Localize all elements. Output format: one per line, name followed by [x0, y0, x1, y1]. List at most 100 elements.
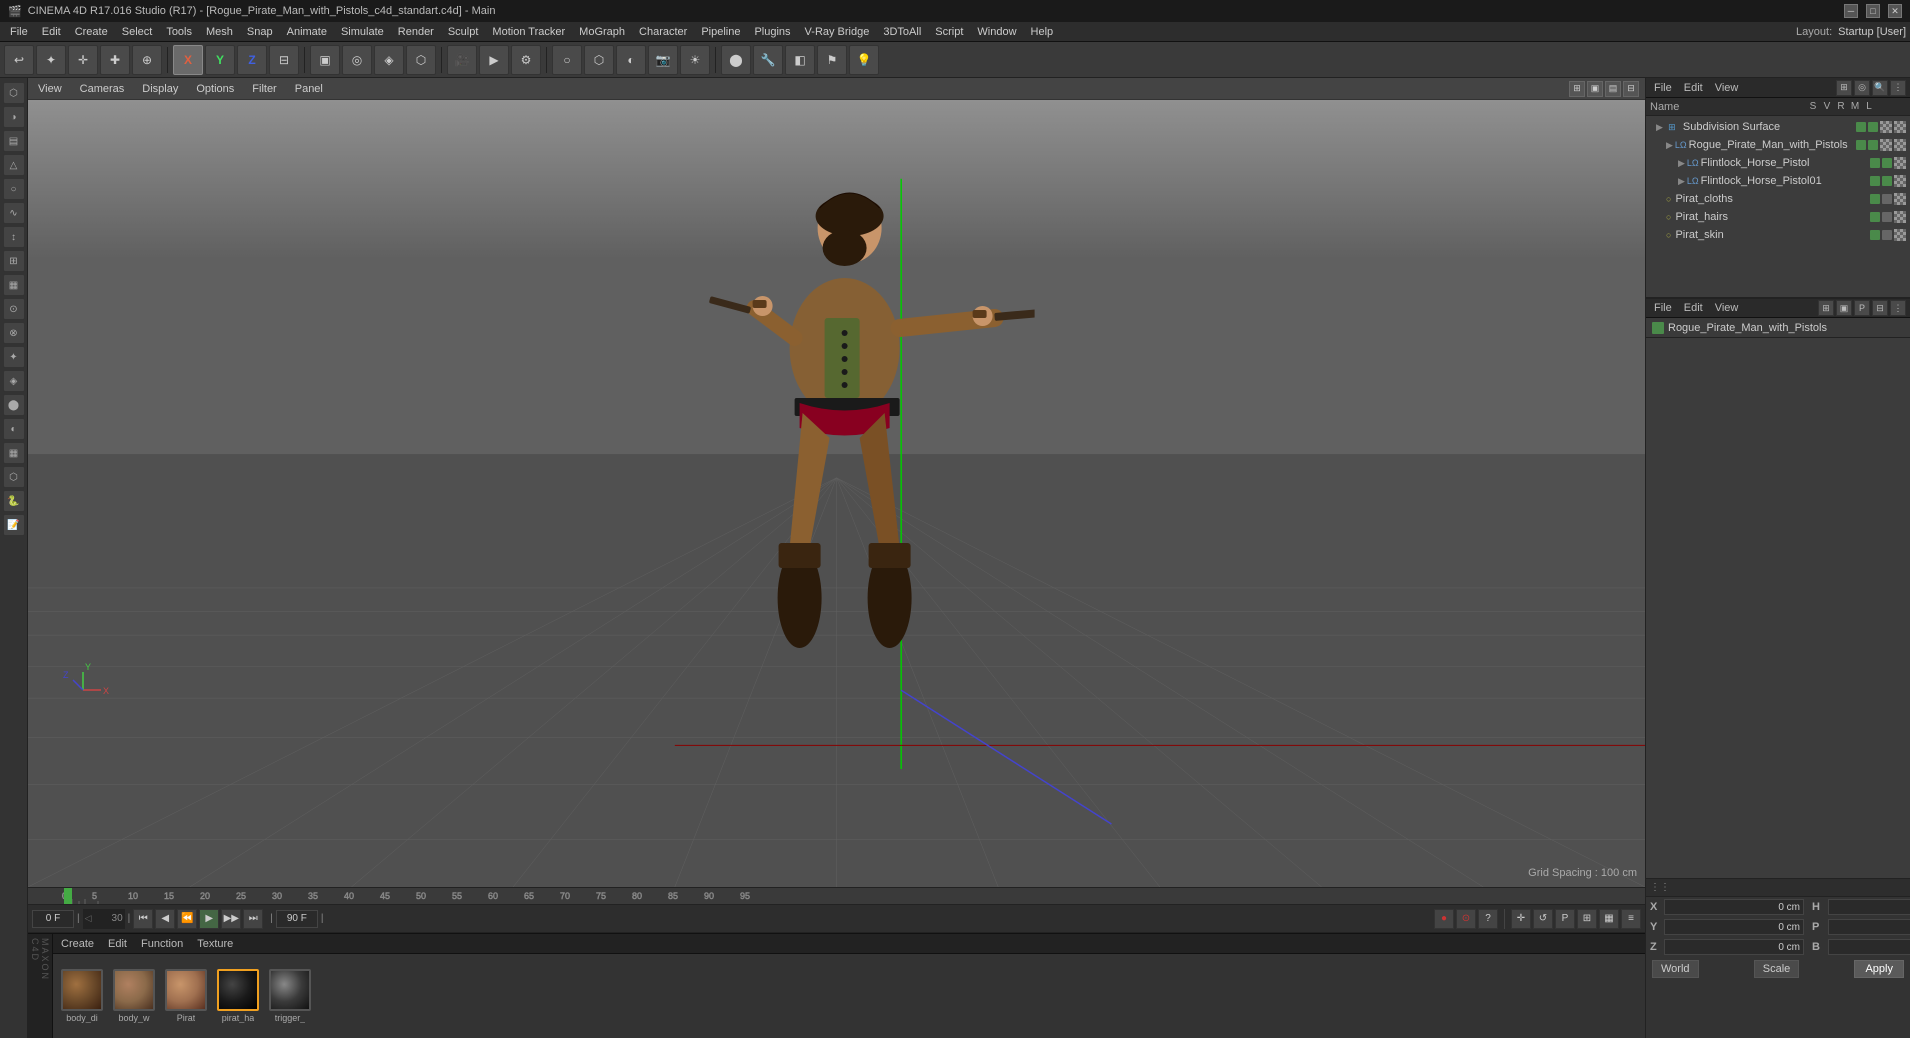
record-button[interactable]: ● [1434, 909, 1454, 929]
viewport[interactable]: View Cameras Display Options Filter Pane… [28, 78, 1645, 887]
tool-cone-icon[interactable]: △ [3, 154, 25, 176]
toolbar-render[interactable]: ▶ [479, 45, 509, 75]
obj-menu-edit[interactable]: Edit [1680, 80, 1707, 96]
obj-pirat-hairs[interactable]: ○ Pirat_hairs [1646, 208, 1910, 226]
goto-end-button[interactable]: ⏭ [243, 909, 263, 929]
coord-y-pos-input[interactable] [1664, 919, 1804, 935]
attr-icon-1[interactable]: ⊞ [1818, 300, 1834, 316]
tool-cylinder-icon[interactable]: ▤ [3, 130, 25, 152]
f2-dot2[interactable] [1882, 176, 1892, 186]
playhead[interactable] [64, 888, 72, 905]
s-dot1[interactable] [1870, 230, 1880, 240]
f1-dot2[interactable] [1882, 158, 1892, 168]
key-rotate[interactable]: ↺ [1533, 909, 1553, 929]
mat-thumb-body-di[interactable] [61, 969, 103, 1011]
mat-menu-create[interactable]: Create [57, 936, 98, 952]
fps-input[interactable] [93, 910, 111, 928]
obj-pirat-cloths[interactable]: ○ Pirat_cloths [1646, 190, 1910, 208]
h-dot2[interactable] [1882, 212, 1892, 222]
toolbar-render-view[interactable]: 🎥 [447, 45, 477, 75]
menu-mograph[interactable]: MoGraph [573, 24, 631, 40]
toolbar-edgemode[interactable]: ◈ [374, 45, 404, 75]
material-item-body-w[interactable]: body_w [113, 969, 155, 1023]
obj-pirat-skin[interactable]: ○ Pirat_skin [1646, 226, 1910, 244]
menu-plugins[interactable]: Plugins [748, 24, 796, 40]
toolbar-worldmode[interactable]: ⊟ [269, 45, 299, 75]
toolbar-objmode[interactable]: ▣ [310, 45, 340, 75]
toolbar-rendersettings[interactable]: ⚙ [511, 45, 541, 75]
tool-cube-icon[interactable]: ⬡ [3, 82, 25, 104]
tool-python-icon[interactable]: 🐍 [3, 490, 25, 512]
toolbar-ptmode[interactable]: ⬡ [406, 45, 436, 75]
f2-dot1[interactable] [1870, 176, 1880, 186]
toolbar-scale[interactable]: ⊕ [132, 45, 162, 75]
obj-menu-file[interactable]: File [1650, 80, 1676, 96]
mat-menu-edit[interactable]: Edit [104, 936, 131, 952]
attr-menu-view[interactable]: View [1711, 300, 1743, 316]
viewport-icon-4[interactable]: ⊟ [1623, 81, 1639, 97]
tool-sweep-icon[interactable]: ↕ [3, 226, 25, 248]
viewport-menu-options[interactable]: Options [192, 81, 238, 97]
play-button[interactable]: ▶ [199, 909, 219, 929]
tool-brush-icon[interactable]: ⬤ [3, 394, 25, 416]
f1-dot1[interactable] [1870, 158, 1880, 168]
toolbar-move[interactable]: ✚ [100, 45, 130, 75]
attr-icon-4[interactable]: ⊟ [1872, 300, 1888, 316]
viewport-icon-3[interactable]: ▤ [1605, 81, 1621, 97]
tool-knife-icon[interactable]: ⊗ [3, 322, 25, 344]
undo-button[interactable]: ↩ [4, 45, 34, 75]
coord-h-input[interactable] [1828, 899, 1910, 915]
close-button[interactable]: ✕ [1888, 4, 1902, 18]
toolbar-new[interactable]: ✦ [36, 45, 66, 75]
key-all[interactable]: ▦ [1599, 909, 1619, 929]
menu-create[interactable]: Create [69, 24, 114, 40]
mat-thumb-pirat-ha[interactable] [217, 969, 259, 1011]
c-dot1[interactable] [1870, 194, 1880, 204]
attr-icon-5[interactable]: ⋮ [1890, 300, 1906, 316]
mat-menu-function[interactable]: Function [137, 936, 187, 952]
menu-character[interactable]: Character [633, 24, 693, 40]
key-param[interactable]: ⊞ [1577, 909, 1597, 929]
tool-loft-icon[interactable]: ▦ [3, 274, 25, 296]
toolbar-light[interactable]: ☀ [680, 45, 710, 75]
tool-poly-icon[interactable]: ◈ [3, 370, 25, 392]
menu-vray[interactable]: V-Ray Bridge [799, 24, 876, 40]
menu-snap[interactable]: Snap [241, 24, 279, 40]
autokey-button[interactable]: ⊙ [1456, 909, 1476, 929]
tool-extrude-icon[interactable]: ⊞ [3, 250, 25, 272]
viewport-icon-1[interactable]: ⊞ [1569, 81, 1585, 97]
menu-simulate[interactable]: Simulate [335, 24, 390, 40]
menu-script[interactable]: Script [929, 24, 969, 40]
h-dot1[interactable] [1870, 212, 1880, 222]
attr-menu-edit[interactable]: Edit [1680, 300, 1707, 316]
menu-mesh[interactable]: Mesh [200, 24, 239, 40]
obj-flintlock1[interactable]: ▶ LΩ Flintlock_Horse_Pistol [1646, 154, 1910, 172]
obj-dot-check-2[interactable] [1894, 121, 1906, 133]
menu-window[interactable]: Window [971, 24, 1022, 40]
s-dotc[interactable] [1894, 229, 1906, 241]
coord-z-pos-input[interactable] [1664, 939, 1804, 955]
coord-x-pos-input[interactable] [1664, 899, 1804, 915]
toolbar-tag[interactable]: ⚑ [817, 45, 847, 75]
tool-spline-icon[interactable]: ∿ [3, 202, 25, 224]
obj-icon-4[interactable]: ⋮ [1890, 80, 1906, 96]
attr-icon-2[interactable]: ▣ [1836, 300, 1852, 316]
material-item-body-di[interactable]: body_di [61, 969, 103, 1023]
tool-script-icon[interactable]: 📝 [3, 514, 25, 536]
timeline-ruler[interactable]: 0 5 10 15 20 25 30 35 40 45 50 55 60 65 … [28, 887, 1645, 905]
obj-dot-green-2[interactable] [1868, 122, 1878, 132]
viewport-menu-filter[interactable]: Filter [248, 81, 280, 97]
end-frame-input[interactable] [276, 910, 318, 928]
material-item-pirat-ha[interactable]: pirat_ha [217, 969, 259, 1023]
mat-thumb-pirat[interactable] [165, 969, 207, 1011]
obj-menu-view[interactable]: View [1711, 80, 1743, 96]
menu-file[interactable]: File [4, 24, 34, 40]
toolbar-camera[interactable]: 📷 [648, 45, 678, 75]
minimize-button[interactable]: ─ [1844, 4, 1858, 18]
f1-dotc[interactable] [1894, 157, 1906, 169]
menu-sculpt[interactable]: Sculpt [442, 24, 485, 40]
s-dot2[interactable] [1882, 230, 1892, 240]
toolbar-select[interactable]: ✛ [68, 45, 98, 75]
c-dot2[interactable] [1882, 194, 1892, 204]
apply-button[interactable]: Apply [1854, 960, 1904, 978]
